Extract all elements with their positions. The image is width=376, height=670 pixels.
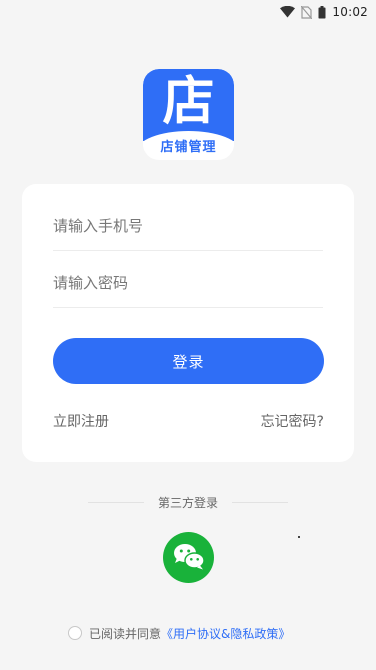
app-logo: 店 店铺管理 — [143, 69, 234, 160]
logo-top: 店 — [143, 69, 234, 151]
wechat-login-button[interactable] — [163, 532, 214, 583]
wifi-icon — [280, 6, 296, 18]
no-sim-icon — [301, 5, 313, 19]
divider-line-right — [232, 501, 289, 503]
phone-input[interactable] — [53, 201, 323, 251]
password-input[interactable] — [53, 258, 323, 308]
third-party-divider: 第三方登录 — [88, 492, 289, 512]
status-time: 10:02 — [332, 5, 368, 19]
status-bar: 10:02 — [0, 0, 376, 24]
divider-line-left — [88, 501, 144, 503]
agreement-checkbox[interactable] — [68, 626, 82, 640]
login-card: 登录 立即注册 忘记密码? — [22, 184, 354, 462]
forgot-password-link[interactable]: 忘记密码? — [261, 411, 324, 431]
wechat-icon — [172, 541, 206, 575]
agreement-prefix: 已阅读并同意 — [89, 626, 162, 641]
third-party-label: 第三方登录 — [158, 495, 219, 510]
agreement-link[interactable]: 《用户协议&隐私政策》 — [161, 625, 290, 642]
battery-icon — [318, 5, 326, 19]
logo-char: 店 — [162, 72, 215, 132]
register-link[interactable]: 立即注册 — [53, 411, 109, 431]
agreement-row: 已阅读并同意 《用户协议&隐私政策》 — [68, 624, 290, 642]
login-button[interactable]: 登录 — [53, 338, 324, 384]
logo-caption: 店铺管理 — [160, 140, 217, 155]
speck-mark — [298, 536, 300, 538]
